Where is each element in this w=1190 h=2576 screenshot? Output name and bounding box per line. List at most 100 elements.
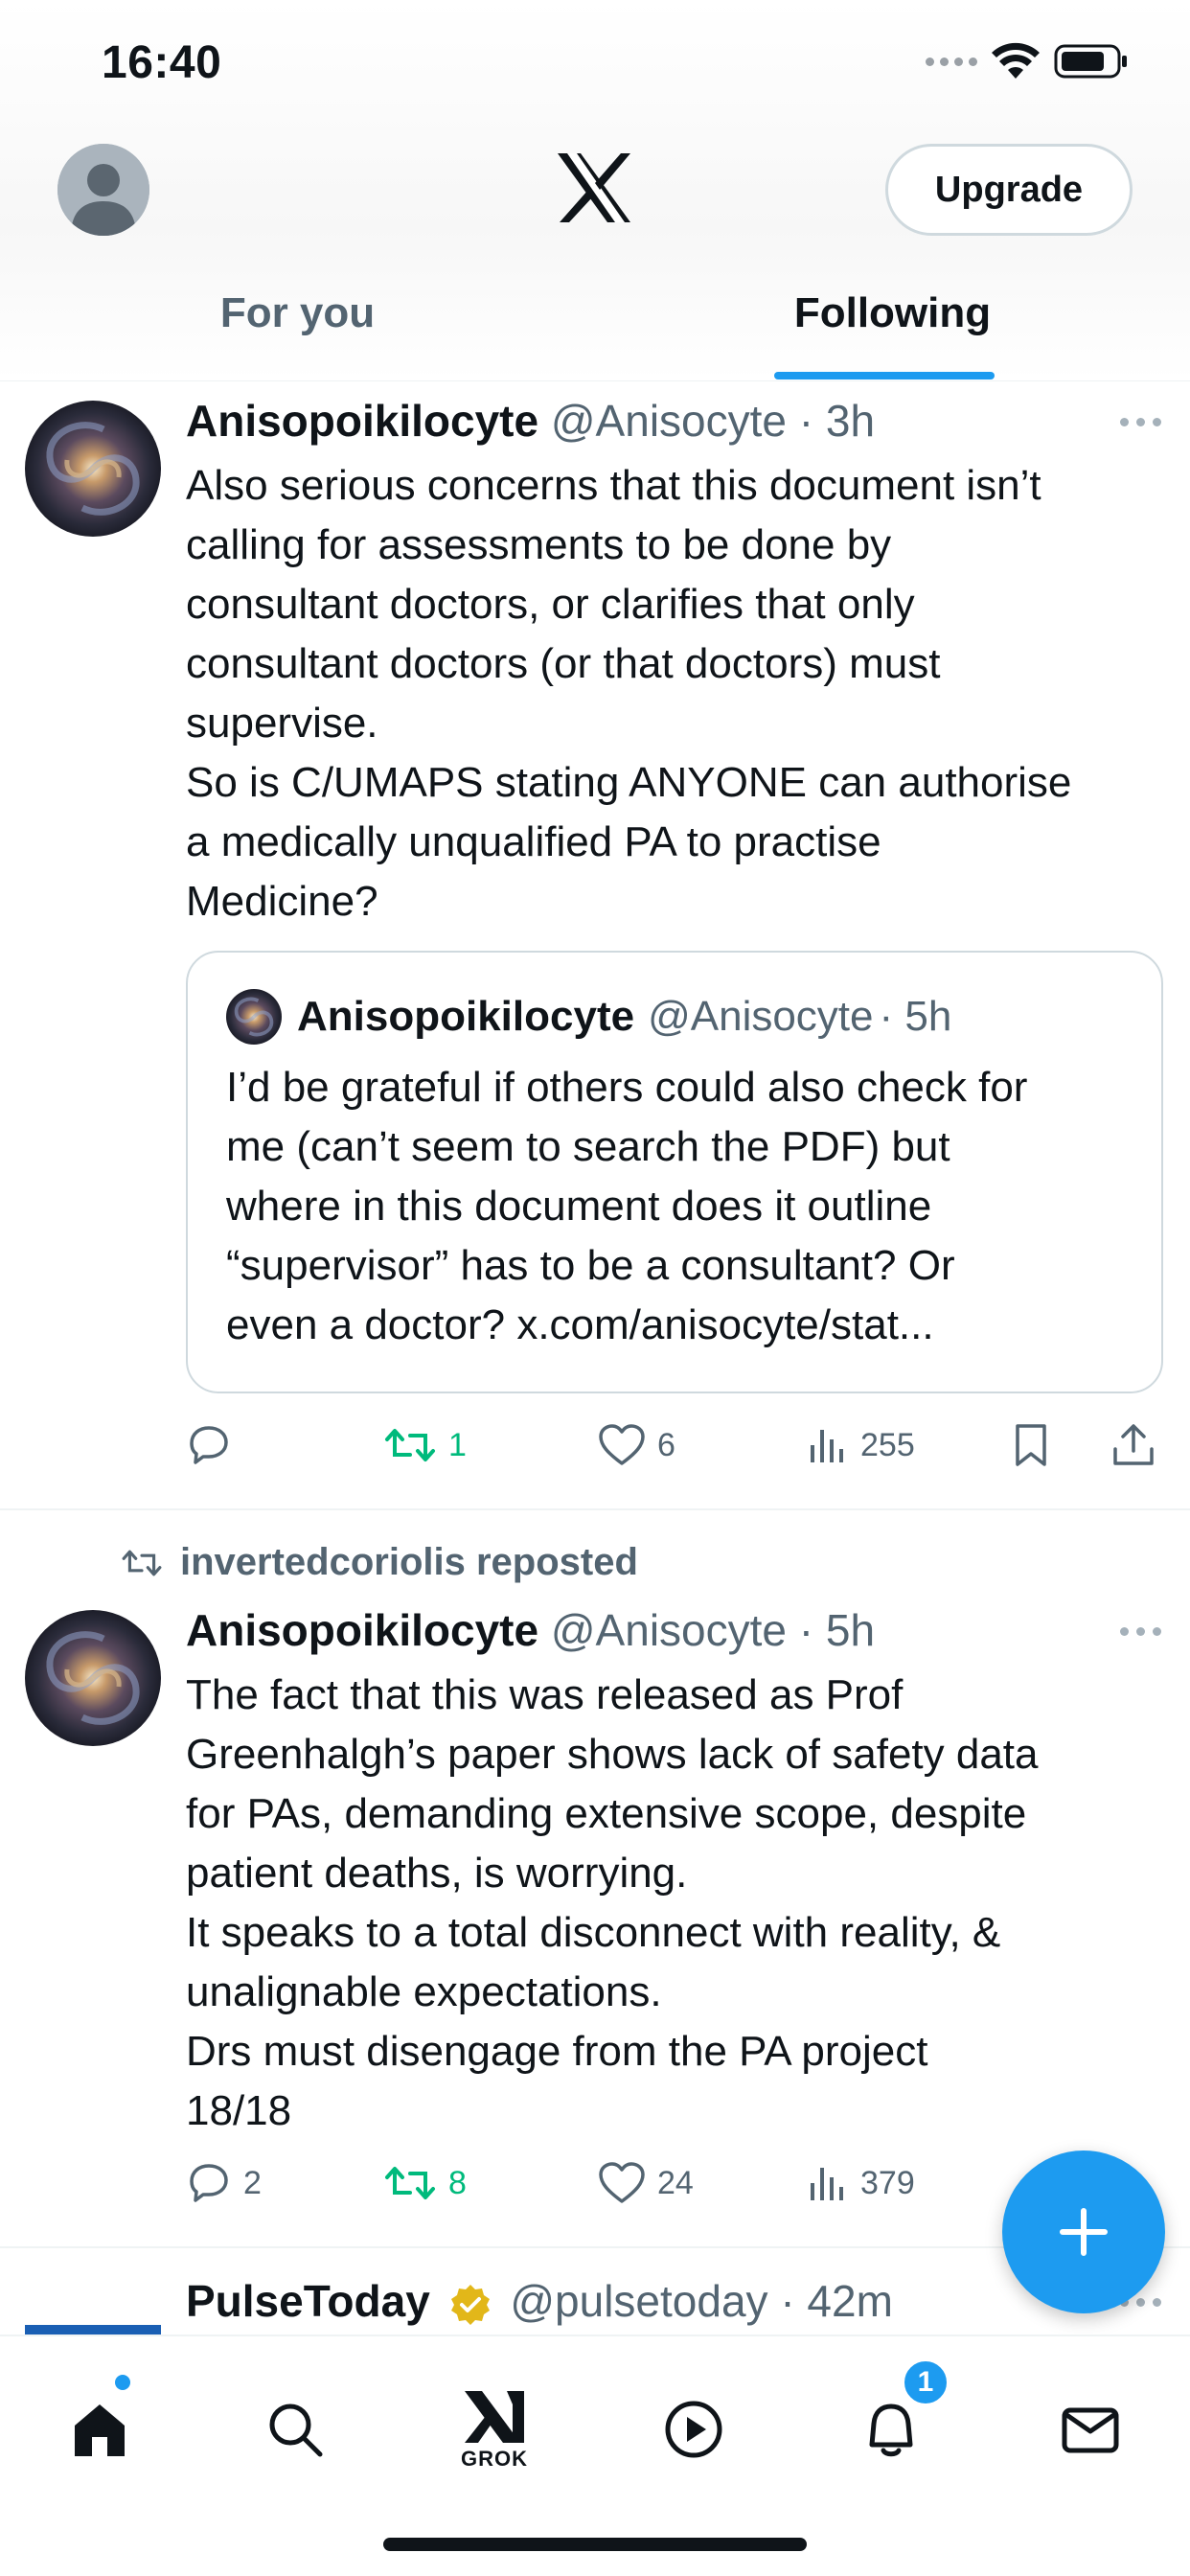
views-chart-icon <box>811 2168 843 2200</box>
post-text: Also serious concerns that this document… <box>186 456 1173 932</box>
post-text-line: Drs must disengage from the PA project <box>186 2028 928 2075</box>
repost-button[interactable]: 1 <box>383 1416 467 1474</box>
post-header: Anisopoikilocyte @Anisocyte · 3h <box>186 395 875 447</box>
more-options-icon[interactable] <box>1120 418 1161 426</box>
post-actions: 1 6 255 <box>186 1416 1163 1474</box>
post-text-line: Greenhalgh’s paper shows lack of safety … <box>186 1731 1039 1778</box>
author-name[interactable]: PulseToday <box>186 2276 430 2326</box>
post-text-line: consultant doctors (or that doctors) mus… <box>186 640 941 687</box>
author-name[interactable]: Anisopoikilocyte <box>186 396 538 446</box>
like-count: 24 <box>657 2164 694 2201</box>
post-time: · 3h <box>798 396 876 446</box>
repost-icon <box>385 1429 435 1461</box>
repost-context-label[interactable]: invertedcoriolis reposted <box>180 1541 638 1584</box>
author-name[interactable]: Anisopoikilocyte <box>186 1605 538 1655</box>
post-text-line: supervise. <box>186 700 378 747</box>
nav-video[interactable] <box>636 2377 751 2482</box>
post-text-line: unalignable expectations. <box>186 1968 662 2015</box>
view-count: 255 <box>860 1426 915 1463</box>
share-icon <box>1113 1424 1154 1465</box>
post-text-line: The fact that this was released as Prof <box>186 1671 904 1718</box>
upgrade-button[interactable]: Upgrade <box>885 144 1133 236</box>
tab-for-you[interactable]: For you <box>0 278 595 381</box>
bell-icon <box>869 2404 913 2457</box>
nav-grok[interactable]: GROK <box>437 2377 552 2482</box>
quoted-text-line: I’d be grateful if others could also che… <box>226 1064 1028 1111</box>
search-icon <box>269 2404 323 2457</box>
repost-icon <box>385 2167 435 2199</box>
post-1[interactable]: Anisopoikilocyte @Anisocyte · 3h Also se… <box>0 381 1190 1510</box>
grok-icon <box>465 2391 524 2443</box>
post-text-line: Also serious concerns that this document… <box>186 462 1041 509</box>
home-indicator <box>383 2538 807 2551</box>
plus-icon <box>1060 2208 1108 2256</box>
grok-label: GROK <box>461 2447 528 2471</box>
repost-button[interactable]: 8 <box>383 2154 467 2212</box>
active-tab-indicator <box>774 372 995 380</box>
share-button[interactable] <box>1111 1416 1156 1474</box>
post-text-line: So is C/UMAPS stating ANYONE can authori… <box>186 759 1072 806</box>
status-icons <box>926 42 1129 80</box>
compose-post-button[interactable] <box>1002 2150 1165 2313</box>
quoted-text-line: even a doctor? x.com/anisocyte/stat... <box>226 1301 934 1348</box>
envelope-icon <box>1062 2407 1119 2453</box>
bookmark-button[interactable] <box>1012 1416 1050 1474</box>
author-avatar[interactable] <box>25 401 161 537</box>
post-text: The fact that this was released as Prof … <box>186 1666 1173 2141</box>
post-text-line: It speaks to a total disconnect with rea… <box>186 1909 1001 1956</box>
post-text-line: calling for assessments to be done by <box>186 521 892 568</box>
quoted-text-line: me (can’t seem to search the PDF) but <box>226 1123 950 1170</box>
post-text-line: consultant doctors, or clarifies that on… <box>186 581 915 628</box>
galaxy-avatar-image <box>226 989 282 1045</box>
battery-icon <box>1054 44 1127 79</box>
status-time: 16:40 <box>102 37 222 88</box>
nav-search[interactable] <box>238 2377 353 2482</box>
quoted-post-time: · 5h <box>879 993 952 1040</box>
like-button[interactable]: 24 <box>598 2154 694 2212</box>
reply-icon <box>190 2164 228 2202</box>
tab-following[interactable]: Following <box>595 278 1190 381</box>
reply-button[interactable]: 2 <box>186 2154 262 2212</box>
repost-count: 8 <box>448 2164 467 2201</box>
post-time: · 42m <box>780 2276 893 2326</box>
nav-messages[interactable] <box>1033 2377 1148 2482</box>
profile-avatar-button[interactable] <box>57 144 149 236</box>
author-avatar[interactable] <box>25 1610 161 1746</box>
post-header: PulseToday @pulsetoday · 42m <box>186 2275 893 2327</box>
galaxy-avatar-image <box>25 401 161 537</box>
reply-count: 2 <box>243 2164 262 2201</box>
author-avatar[interactable] <box>25 2325 161 2334</box>
like-button[interactable]: 6 <box>598 1416 675 1474</box>
post-time: · 5h <box>798 1605 876 1655</box>
author-handle[interactable]: @pulsetoday <box>510 2276 767 2326</box>
quoted-text-line: “supervisor” has to be a consultant? Or <box>226 1242 955 1289</box>
more-options-icon[interactable] <box>1120 1627 1161 1636</box>
views-button[interactable]: 379 <box>807 2154 915 2212</box>
post-2[interactable]: invertedcoriolis reposted Anisopoikilocy… <box>0 1510 1190 2246</box>
repost-icon <box>122 1550 162 1576</box>
default-avatar-icon <box>57 144 149 236</box>
repost-context: invertedcoriolis reposted <box>121 1541 638 1584</box>
author-handle[interactable]: @Anisocyte <box>551 396 787 446</box>
post-text-line: Medicine? <box>186 878 378 925</box>
post-text-line: patient deaths, is worrying. <box>186 1850 688 1897</box>
quoted-post[interactable]: Anisopoikilocyte @Anisocyte · 5h I’d be … <box>186 951 1163 1393</box>
reply-button[interactable] <box>186 1416 243 1474</box>
post-text-line: 18/18 <box>186 2087 292 2134</box>
quoted-author-name: Anisopoikilocyte <box>297 993 635 1040</box>
verified-badge-icon[interactable] <box>448 2283 492 2327</box>
nav-home[interactable] <box>42 2377 157 2482</box>
x-logo-icon[interactable] <box>554 151 634 224</box>
author-handle[interactable]: @Anisocyte <box>551 1605 787 1655</box>
feed-tabs: For you Following <box>0 278 1190 381</box>
post-text-line: a medically unqualified PA to practise <box>186 818 881 865</box>
heart-icon <box>599 2162 645 2203</box>
top-header: 16:40 Upgrade For you Following <box>0 0 1190 381</box>
quoted-author-avatar <box>226 989 282 1045</box>
quoted-text-line: where in this document does it outline <box>226 1183 932 1230</box>
cellular-signal-icon <box>926 57 977 66</box>
bookmark-icon <box>1016 1424 1046 1466</box>
views-button[interactable]: 255 <box>807 1416 915 1474</box>
quoted-post-header: Anisopoikilocyte @Anisocyte · 5h <box>226 989 951 1045</box>
repost-count: 1 <box>448 1426 467 1463</box>
